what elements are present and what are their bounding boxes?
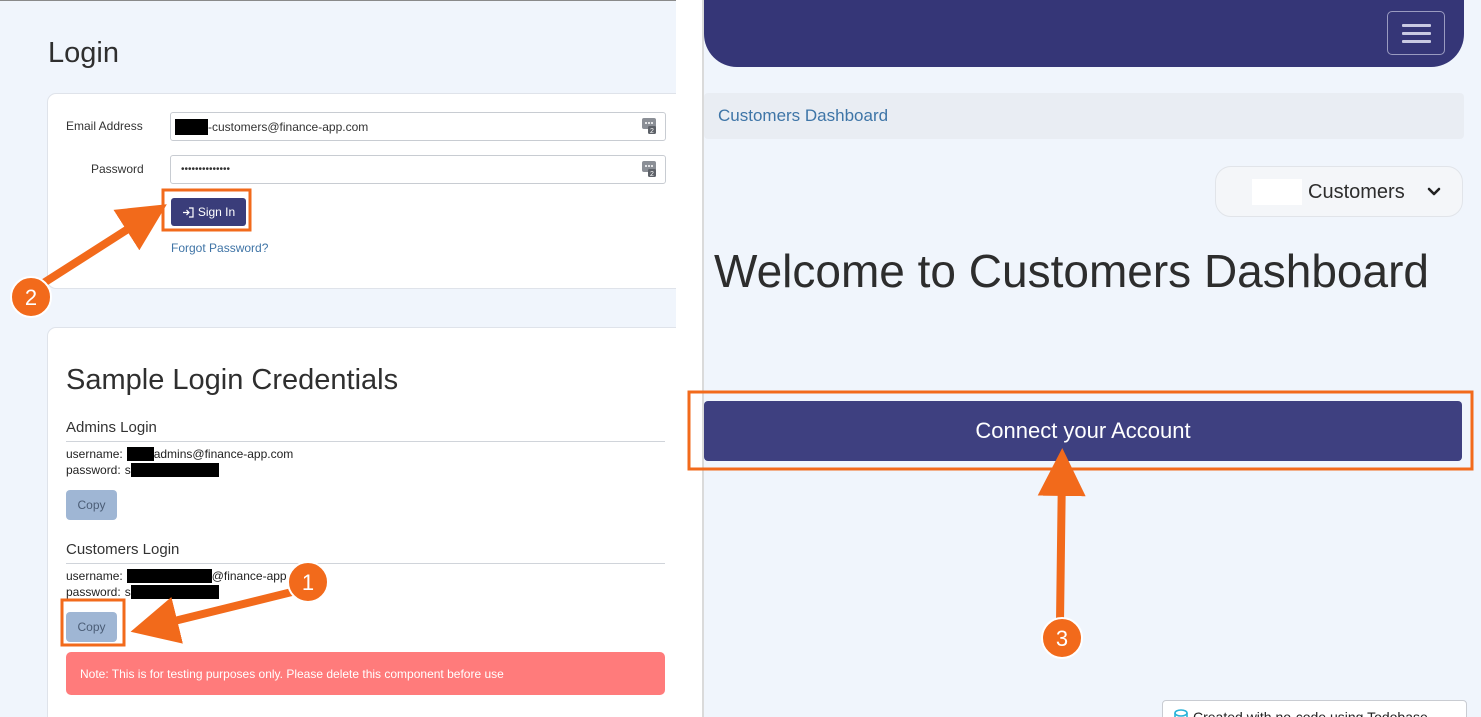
- sign-in-icon: [182, 206, 194, 218]
- no-code-badge[interactable]: Created with no-code using Todobase: [1162, 700, 1467, 717]
- divider: [66, 441, 665, 442]
- breadcrumb: Customers Dashboard: [704, 93, 1464, 139]
- breadcrumb-customers-dashboard[interactable]: Customers Dashboard: [718, 106, 888, 126]
- copy-customers-button[interactable]: Copy: [66, 612, 117, 642]
- testing-note: Note: This is for testing purposes only.…: [66, 652, 665, 695]
- role-dropdown-label: Customers: [1308, 181, 1405, 203]
- redacted-block: [126, 447, 154, 461]
- username-label: username:: [66, 447, 123, 461]
- copy-admins-button[interactable]: Copy: [66, 490, 117, 520]
- admins-login-heading: Admins Login: [66, 419, 157, 436]
- email-field[interactable]: -customers@finance-app.com 2: [170, 112, 666, 141]
- email-value: -customers@finance-app.com: [208, 119, 369, 134]
- customers-username: username: @finance-app: [66, 569, 287, 583]
- customers-login-heading: Customers Login: [66, 541, 180, 558]
- svg-text:2: 2: [650, 171, 654, 178]
- login-panel: Login Email Address -customers@finance-a…: [0, 0, 676, 717]
- database-icon: [1174, 709, 1188, 717]
- no-code-badge-label: Created with no-code using Todobase: [1193, 709, 1428, 717]
- role-dropdown[interactable]: Customers: [1215, 166, 1463, 217]
- chevron-down-icon: [1427, 187, 1441, 196]
- menu-toggle-button[interactable]: [1387, 11, 1445, 55]
- password-field[interactable]: •••••••••••••• 2: [170, 155, 666, 184]
- admins-password: password: s: [66, 463, 219, 477]
- sign-in-button[interactable]: Sign In: [171, 198, 246, 226]
- redacted-block: [126, 569, 212, 583]
- sample-credentials-card: Sample Login Credentials Admins Login us…: [47, 327, 676, 717]
- connect-account-button[interactable]: Connect your Account: [704, 401, 1462, 461]
- username-label: username:: [66, 569, 123, 583]
- redacted-block: [130, 585, 219, 599]
- forgot-password-link[interactable]: Forgot Password?: [171, 241, 268, 255]
- email-label: Email Address: [66, 119, 143, 133]
- password-manager-icon[interactable]: 2: [642, 118, 656, 135]
- credentials-title: Sample Login Credentials: [66, 364, 399, 396]
- redacted-block: [175, 118, 208, 135]
- hamburger-icon: [1401, 31, 1431, 35]
- admins-username-value: admins@finance-app.com: [153, 447, 294, 461]
- redacted-block: [130, 463, 219, 477]
- page-title: Login: [48, 37, 119, 69]
- hamburger-icon: [1401, 39, 1431, 43]
- welcome-heading: Welcome to Customers Dashboard: [714, 245, 1429, 297]
- customers-password: password: s: [66, 585, 219, 599]
- password-value: ••••••••••••••: [181, 164, 231, 175]
- sign-in-label: Sign In: [197, 205, 236, 219]
- svg-text:2: 2: [650, 128, 654, 135]
- dashboard-panel: Customers Dashboard Customers Welcome to…: [702, 0, 1481, 717]
- top-navbar: [704, 0, 1464, 67]
- hamburger-icon: [1401, 23, 1431, 27]
- password-manager-icon[interactable]: 2: [642, 161, 656, 178]
- customers-username-value: @finance-app: [211, 569, 287, 583]
- divider: [66, 563, 665, 564]
- redacted-block: [1252, 179, 1302, 205]
- password-label: Password: [91, 162, 144, 176]
- password-label: password:: [66, 463, 121, 477]
- login-form-card: Email Address -customers@finance-app.com…: [47, 93, 676, 289]
- password-label: password:: [66, 585, 121, 599]
- admins-username: username: admins@finance-app.com: [66, 447, 293, 461]
